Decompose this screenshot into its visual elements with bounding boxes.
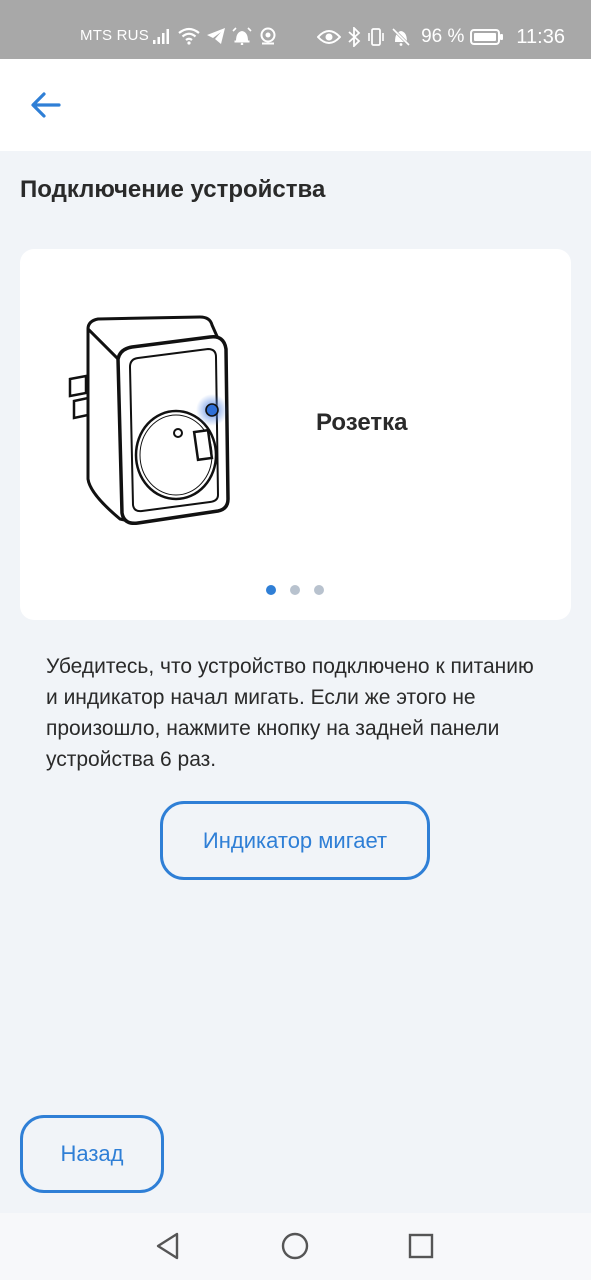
status-icons-left bbox=[152, 22, 278, 50]
status-icons-right: 96 % 11:36 bbox=[317, 22, 565, 52]
device-carousel[interactable]: Розетка bbox=[20, 249, 571, 620]
signal-icon bbox=[153, 29, 169, 44]
back-triangle-icon[interactable] bbox=[153, 1231, 183, 1261]
status-bar: MTS RUS 96 % 11:36 bbox=[0, 0, 591, 59]
device-name: Розетка bbox=[316, 409, 408, 436]
mute-icon bbox=[392, 27, 411, 47]
camera-icon bbox=[260, 27, 276, 45]
instruction-text: Убедитесь, что устройство подключено к п… bbox=[46, 655, 534, 771]
arrow-left-icon[interactable] bbox=[28, 87, 64, 123]
bluetooth-icon bbox=[348, 27, 361, 47]
telegram-icon bbox=[207, 28, 225, 44]
recents-square-icon[interactable] bbox=[406, 1231, 436, 1261]
back-button[interactable]: Назад bbox=[20, 1115, 164, 1193]
eye-icon bbox=[317, 30, 342, 44]
pagination-dot-2[interactable] bbox=[290, 585, 300, 595]
page-title: Подключение устройства bbox=[20, 176, 326, 203]
home-circle-icon[interactable] bbox=[280, 1231, 310, 1261]
indicator-blinking-button[interactable]: Индикатор мигает bbox=[160, 801, 430, 880]
pagination-dot-1[interactable] bbox=[266, 585, 276, 595]
alarm-icon bbox=[232, 27, 252, 45]
system-nav-bar bbox=[0, 1213, 591, 1280]
battery-icon bbox=[470, 29, 504, 45]
carrier-label: MTS RUS bbox=[80, 27, 149, 44]
pagination-dot-3[interactable] bbox=[314, 585, 324, 595]
clock: 11:36 bbox=[516, 25, 565, 48]
battery-percent: 96 % bbox=[421, 26, 465, 47]
vibrate-icon bbox=[368, 28, 384, 46]
carousel-pagination bbox=[266, 585, 324, 595]
wifi-icon bbox=[178, 27, 200, 45]
app-header bbox=[0, 59, 591, 151]
smart-socket-illustration bbox=[68, 315, 230, 526]
